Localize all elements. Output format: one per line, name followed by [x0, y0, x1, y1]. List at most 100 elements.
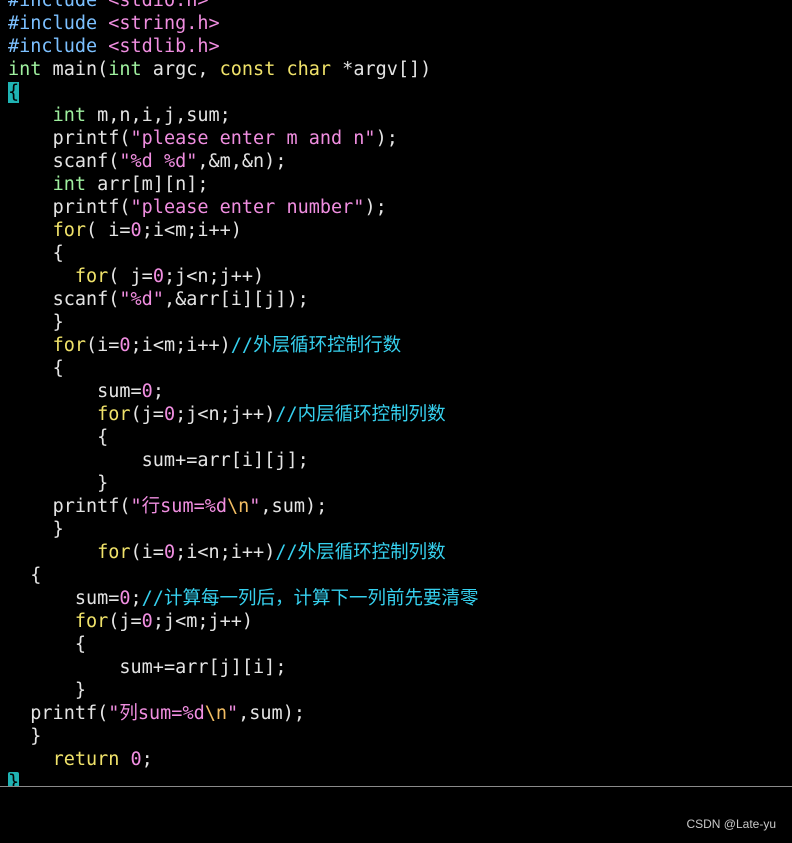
- code-token: ;i<n;i++): [175, 542, 276, 563]
- code-line[interactable]: {: [0, 81, 792, 104]
- code-line[interactable]: #include <string.h>: [0, 12, 792, 35]
- number-token: 0: [130, 220, 142, 241]
- code-line[interactable]: for(i=0;i<m;i++)//外层循环控制行数: [0, 334, 792, 357]
- code-line[interactable]: int main(int argc, const char *argv[]): [0, 58, 792, 81]
- code-token: }: [52, 312, 64, 333]
- code-token: }: [97, 473, 109, 494]
- code-line[interactable]: {: [0, 633, 792, 656]
- number-token: 0: [119, 588, 131, 609]
- code-line[interactable]: {: [0, 564, 792, 587]
- keyword-token: for: [97, 542, 131, 563]
- code-line[interactable]: for( i=0;i<m;i++): [0, 219, 792, 242]
- code-editor[interactable]: #include <stdio.h> #include <string.h> #in…: [0, 0, 792, 787]
- code-line[interactable]: #include <stdio.h>: [0, 0, 792, 12]
- header-token: <stdio.h>: [108, 0, 209, 11]
- code-line[interactable]: printf("please enter number");: [0, 196, 792, 219]
- code-token: sum+=arr[j][i];: [119, 657, 287, 678]
- code-token: (j=: [108, 611, 142, 632]
- code-line[interactable]: sum+=arr[j][i];: [0, 656, 792, 679]
- code-token: }: [30, 726, 42, 747]
- code-token: ;: [152, 381, 164, 402]
- watermark-text: CSDN @Late-yu: [686, 817, 776, 831]
- code-line[interactable]: for(j=0;j<m;j++): [0, 610, 792, 633]
- code-line[interactable]: return 0;: [0, 748, 792, 771]
- code-line[interactable]: for(i=0;i<n;i++)//外层循环控制列数: [0, 541, 792, 564]
- type-token: int: [8, 59, 42, 80]
- code-token: ;j<m;j++): [152, 611, 254, 632]
- escape-token: \n: [204, 703, 227, 724]
- preprocessor-token: #include: [8, 13, 109, 34]
- code-token: scanf(: [52, 151, 120, 172]
- code-line[interactable]: int arr[m][n];: [0, 173, 792, 196]
- preprocessor-token: #include: [8, 0, 109, 11]
- code-token: (i=: [85, 335, 120, 356]
- code-line[interactable]: sum=0;//计算每一列后，计算下一列前先要清零: [0, 587, 792, 610]
- number-token: 0: [163, 542, 176, 563]
- code-line[interactable]: }: [0, 472, 792, 495]
- code-line[interactable]: sum=0;: [0, 380, 792, 403]
- code-line[interactable]: printf("行sum=%d\n",sum);: [0, 495, 792, 518]
- code-token: ;j<n;j++): [175, 404, 276, 425]
- code-line[interactable]: scanf("%d %d",&m,&n);: [0, 150, 792, 173]
- code-line[interactable]: for( j=0;j<n;j++): [0, 265, 792, 288]
- code-line[interactable]: printf("列sum=%d\n",sum);: [0, 702, 792, 725]
- code-token: (i=: [130, 542, 164, 563]
- code-token: scanf(: [52, 289, 120, 310]
- number-token: 0: [130, 749, 142, 770]
- code-line[interactable]: int m,n,i,j,sum;: [0, 104, 792, 127]
- code-token: }: [52, 519, 64, 540]
- code-line[interactable]: {: [0, 357, 792, 380]
- escape-token: \n: [227, 496, 250, 517]
- code-line[interactable]: {: [0, 242, 792, 265]
- code-token: }: [74, 680, 86, 701]
- keyword-token: for: [52, 335, 86, 356]
- code-token: arr[m][n];: [85, 174, 209, 195]
- code-token: printf(: [52, 496, 131, 517]
- code-token: ,sum);: [238, 703, 305, 724]
- string-token: ": [249, 496, 261, 517]
- keyword-token: return: [52, 749, 120, 770]
- code-line[interactable]: sum+=arr[i][j];: [0, 449, 792, 472]
- code-line[interactable]: }: [0, 679, 792, 702]
- header-token: <stdlib.h>: [108, 36, 220, 57]
- keyword-token: char: [286, 59, 332, 80]
- number-token: 0: [163, 404, 176, 425]
- keyword-token: for: [97, 404, 131, 425]
- code-line[interactable]: }: [0, 725, 792, 748]
- code-line[interactable]: }: [0, 311, 792, 334]
- string-token: "%d": [119, 289, 164, 310]
- code-token: ( j=: [108, 266, 153, 287]
- code-line[interactable]: printf("please enter m and n");: [0, 127, 792, 150]
- code-token: ,&m,&n);: [197, 151, 287, 172]
- code-token: sum=: [97, 381, 142, 402]
- code-token: printf(: [52, 128, 131, 149]
- code-line[interactable]: for(j=0;j<n;j++)//内层循环控制列数: [0, 403, 792, 426]
- string-token: "please enter m and n": [130, 128, 376, 149]
- code-line[interactable]: {: [0, 426, 792, 449]
- code-line[interactable]: #include <stdlib.h>: [0, 35, 792, 58]
- keyword-token: for: [74, 266, 109, 287]
- code-line[interactable]: scanf("%d",&arr[i][j]);: [0, 288, 792, 311]
- number-token: 0: [119, 335, 131, 356]
- text-cursor: }: [8, 772, 20, 787]
- code-token: {: [97, 427, 109, 448]
- code-line[interactable]: }: [0, 771, 792, 787]
- code-line[interactable]: }: [0, 518, 792, 541]
